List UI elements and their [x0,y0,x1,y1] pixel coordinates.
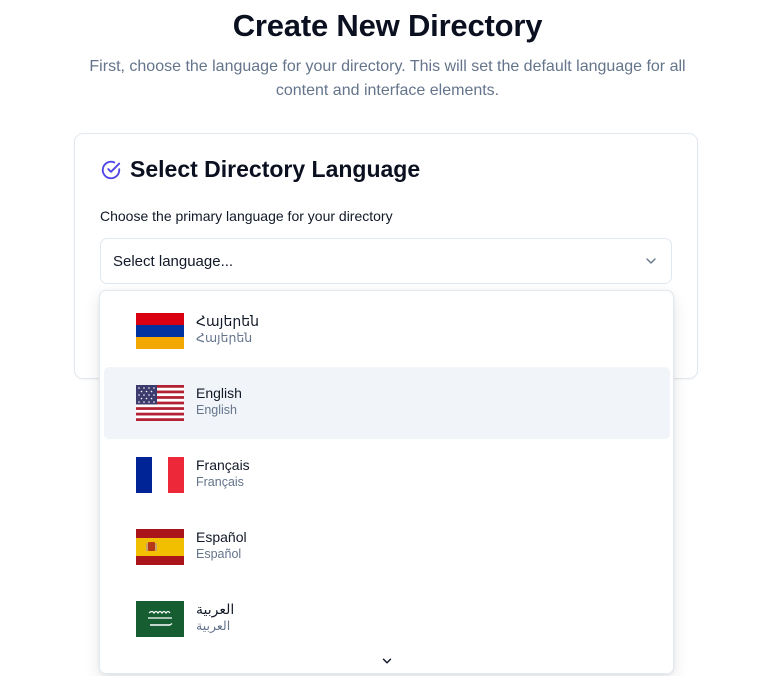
armenia-flag-icon [136,313,184,349]
option-name: Français [196,457,250,473]
language-option-english[interactable]: English English [104,367,670,439]
chevron-down-icon [643,253,659,269]
language-option-spanish[interactable]: Español Español [104,511,670,583]
option-name: العربية [196,601,235,617]
option-native-name: العربية [196,619,231,633]
card-title: Select Directory Language [130,156,421,182]
language-field-label: Choose the primary language for your dir… [100,208,393,224]
language-select[interactable]: Select language... [100,238,672,284]
france-flag-icon [136,457,184,493]
scroll-down-button[interactable] [100,649,673,673]
language-option-arabic[interactable]: العربية العربية [104,583,670,655]
language-dropdown: Հայերեն Հայերեն English English Français… [99,290,674,674]
option-name: Հայերեն [196,313,259,329]
usa-flag-icon [136,385,184,421]
option-name: Español [196,529,247,545]
option-native-name: English [196,403,237,417]
spain-flag-icon [136,529,184,565]
option-native-name: Հայերեն [196,331,253,345]
page-title: Create New Directory [232,8,543,43]
language-option-armenian[interactable]: Հայերեն Հայերեն [104,295,670,367]
language-select-value: Select language... [113,252,234,270]
language-option-french[interactable]: Français Français [104,439,670,511]
option-native-name: Français [196,475,244,489]
card-header: Select Directory Language [100,156,420,183]
page-subtitle: First, choose the language for your dire… [89,58,686,99]
chevron-down-icon [380,654,394,668]
check-circle-icon [100,159,122,181]
option-name: English [196,385,242,401]
option-native-name: Español [196,547,242,561]
saudi-arabia-flag-icon [136,601,184,637]
